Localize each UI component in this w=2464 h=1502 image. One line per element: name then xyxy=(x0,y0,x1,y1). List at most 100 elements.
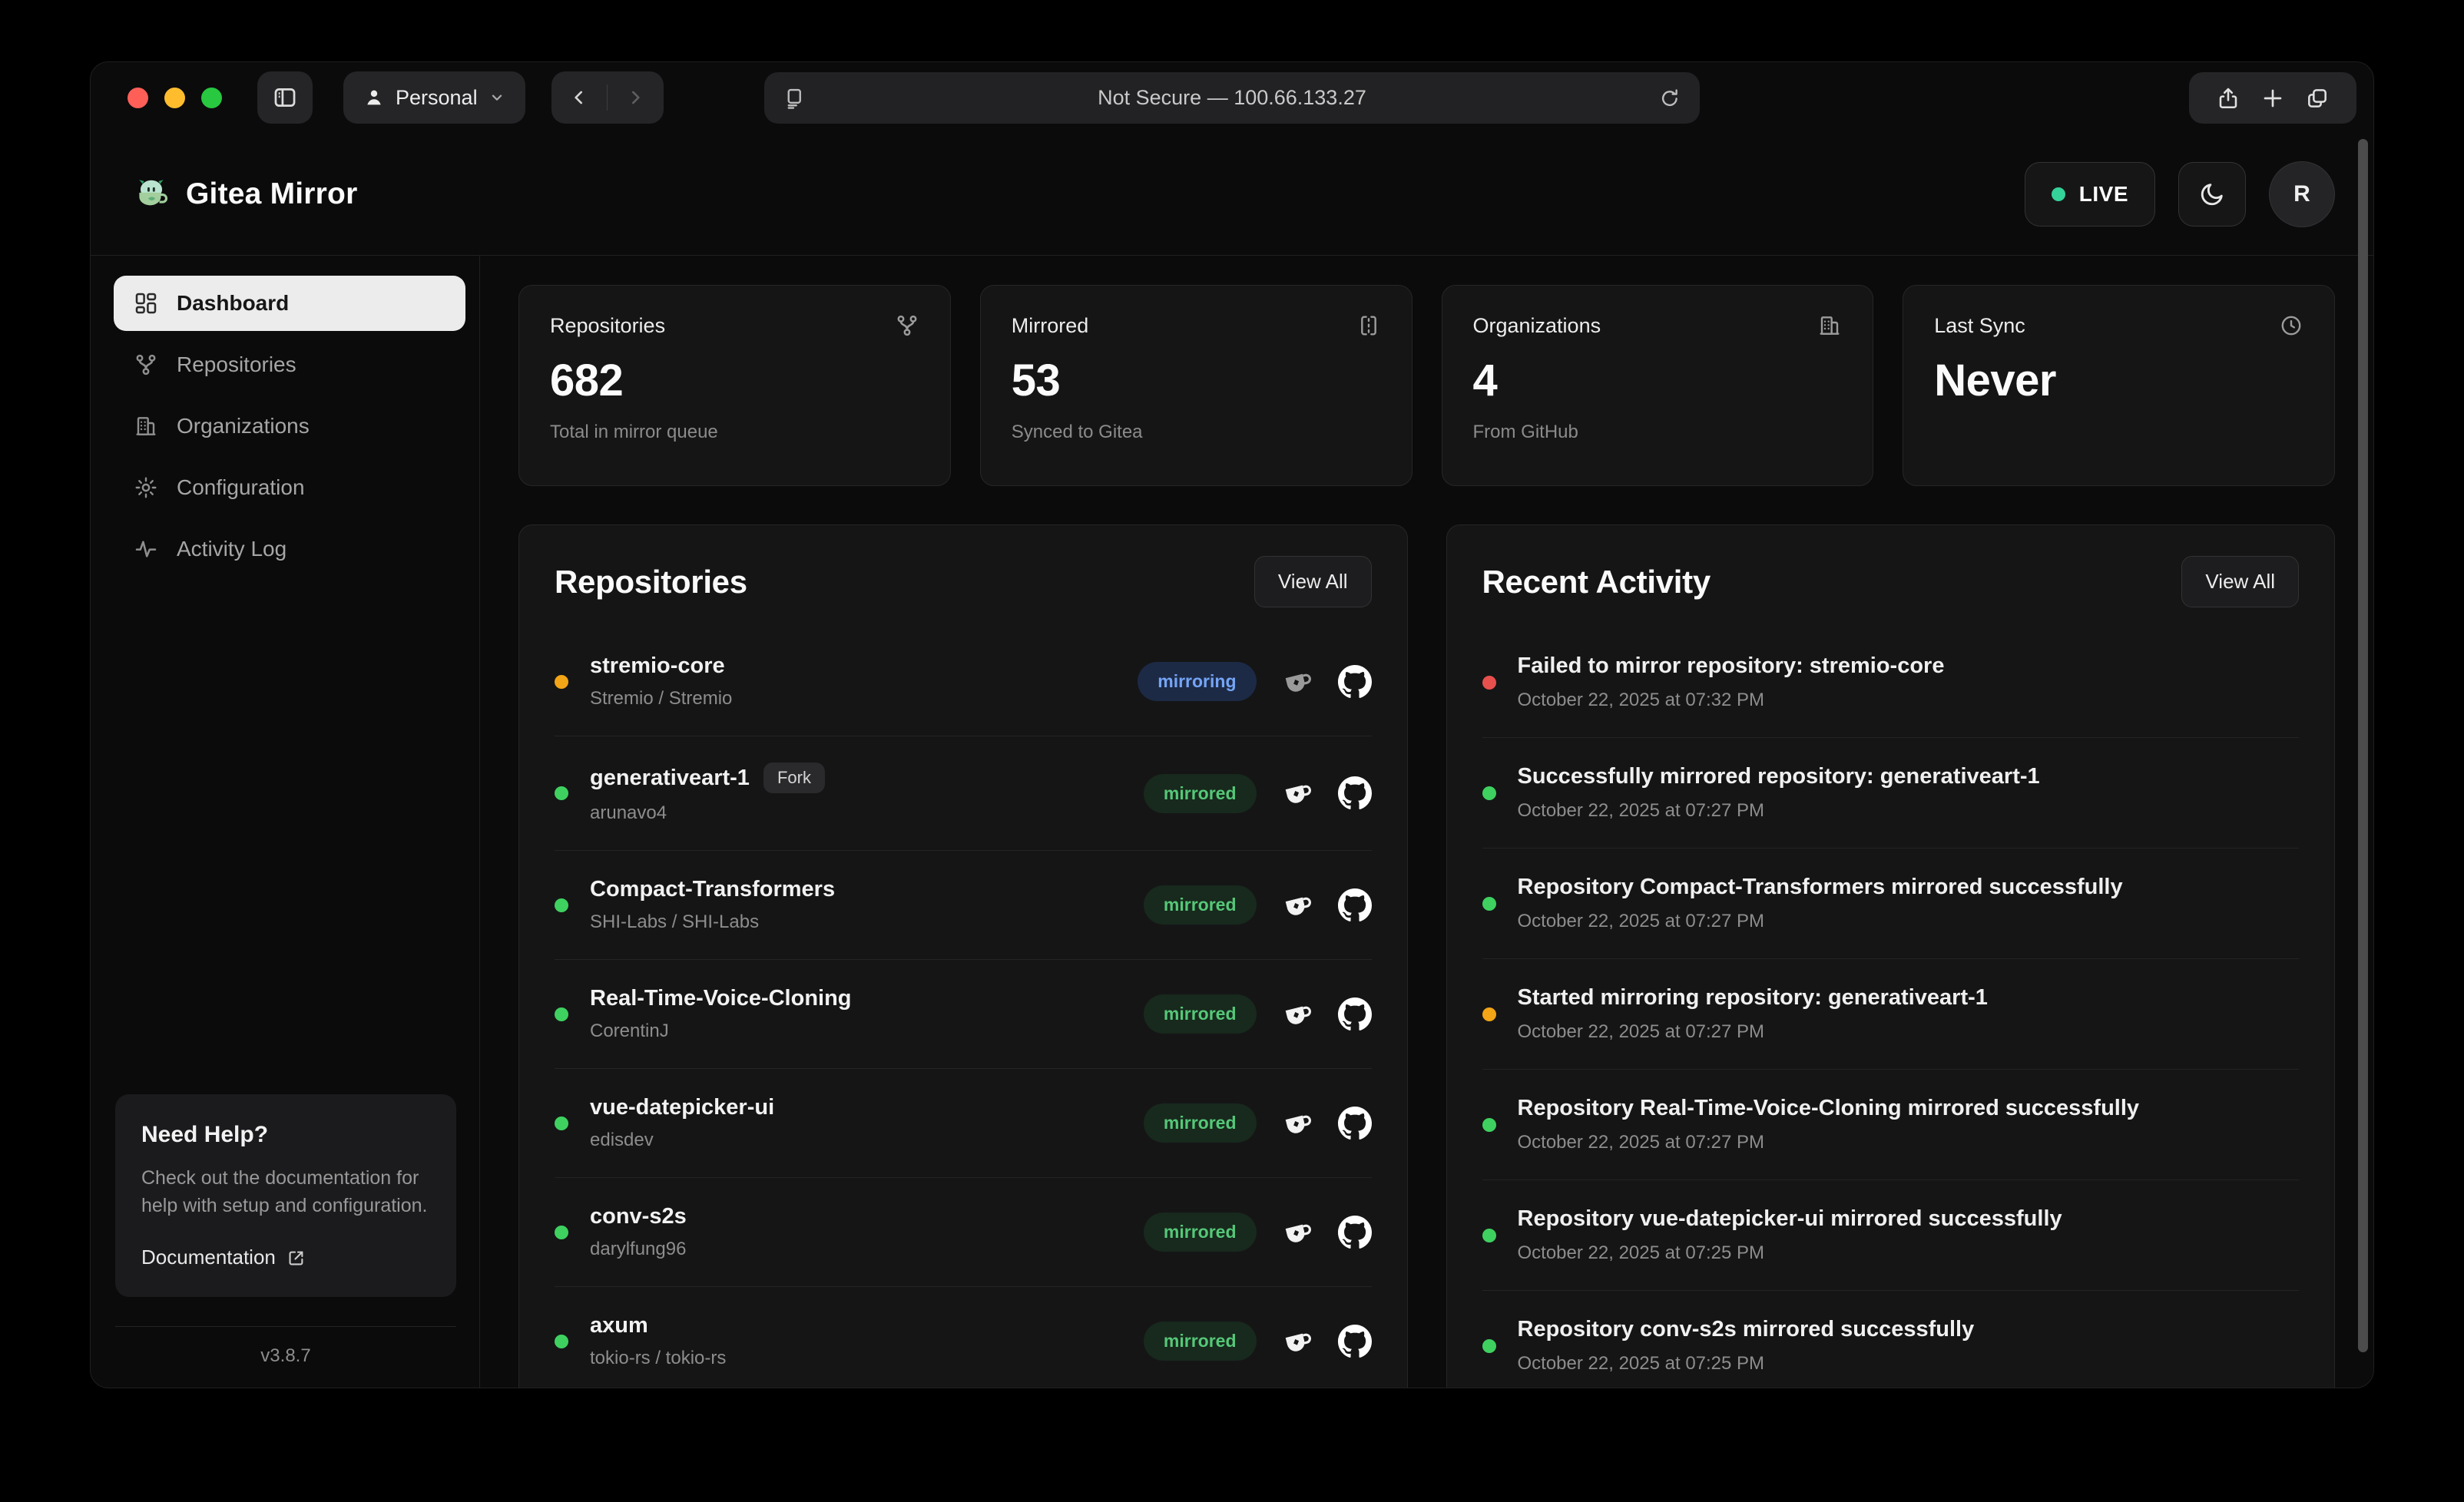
activity-row[interactable]: Successfully mirrored repository: genera… xyxy=(1482,737,2300,848)
repo-status-badge: mirrored xyxy=(1144,1322,1257,1361)
repo-name: vue-datepicker-ui xyxy=(590,1095,774,1120)
github-icon[interactable] xyxy=(1338,888,1372,922)
github-icon[interactable] xyxy=(1338,776,1372,810)
github-icon[interactable] xyxy=(1338,1325,1372,1358)
stat-value: Never xyxy=(1934,355,2303,406)
repo-owner: edisdev xyxy=(590,1130,774,1151)
minimize-window-button[interactable] xyxy=(164,88,185,108)
activity-timestamp: October 22, 2025 at 07:27 PM xyxy=(1518,800,2040,822)
repo-name: generativeart-1 xyxy=(590,766,750,791)
traffic-lights xyxy=(128,88,222,108)
repo-status-badge: mirrored xyxy=(1144,1103,1257,1143)
sidebar-toggle-button[interactable] xyxy=(257,71,313,124)
sidebar-item-dashboard[interactable]: Dashboard xyxy=(114,276,465,331)
stat-label: Last Sync xyxy=(1934,314,2025,338)
activity-status-dot xyxy=(1482,676,1496,690)
activity-timestamp: October 22, 2025 at 07:27 PM xyxy=(1518,1132,2140,1153)
sidebar-item-repositories[interactable]: Repositories xyxy=(114,337,465,392)
activity-view-all-button[interactable]: View All xyxy=(2181,556,2299,607)
documentation-link-label: Documentation xyxy=(141,1246,276,1269)
browser-titlebar: Personal Not Secure — 100.66.133.27 xyxy=(91,62,2373,133)
activity-text: Repository Real-Time-Voice-Cloning mirro… xyxy=(1518,1096,2140,1121)
gitea-icon[interactable] xyxy=(1281,1216,1313,1249)
gitea-icon[interactable] xyxy=(1281,889,1313,921)
avatar[interactable]: R xyxy=(2269,161,2335,227)
activity-row[interactable]: Repository vue-datepicker-ui mirrored su… xyxy=(1482,1179,2300,1290)
sidebar-item-label: Activity Log xyxy=(177,537,286,561)
chevron-down-icon xyxy=(488,89,505,106)
sidebar-item-activity-log[interactable]: Activity Log xyxy=(114,521,465,577)
url-text[interactable]: Not Secure — 100.66.133.27 xyxy=(764,86,1700,110)
repo-owner: darylfung96 xyxy=(590,1239,687,1260)
activity-row[interactable]: Repository conv-s2s mirrored successfull… xyxy=(1482,1290,2300,1388)
tab-overview-icon[interactable] xyxy=(2305,86,2330,111)
sidebar-item-label: Organizations xyxy=(177,414,310,438)
nav-buttons xyxy=(551,71,664,124)
github-icon[interactable] xyxy=(1338,1107,1372,1140)
main-content: Repositories 682 Total in mirror queue M… xyxy=(480,256,2373,1388)
new-tab-icon[interactable] xyxy=(2260,86,2285,111)
brand[interactable]: Gitea Mirror xyxy=(132,175,357,213)
activity-status-dot xyxy=(1482,1229,1496,1242)
sidebar-item-configuration[interactable]: Configuration xyxy=(114,460,465,515)
repo-status-dot xyxy=(555,898,568,912)
activity-row[interactable]: Repository Compact-Transformers mirrored… xyxy=(1482,848,2300,958)
zoom-window-button[interactable] xyxy=(201,88,222,108)
repo-row[interactable]: vue-datepicker-ui edisdev mirrored xyxy=(555,1068,1372,1177)
repo-status-dot xyxy=(555,1117,568,1130)
forward-button[interactable] xyxy=(608,71,663,124)
stat-icon xyxy=(895,313,919,338)
github-icon[interactable] xyxy=(1338,997,1372,1031)
profile-menu-button[interactable]: Personal xyxy=(343,71,525,124)
header-actions: LIVE R xyxy=(2025,161,2335,227)
activity-row[interactable]: Failed to mirror repository: stremio-cor… xyxy=(1482,627,2300,737)
sidebar-item-organizations[interactable]: Organizations xyxy=(114,399,465,454)
activity-list: Failed to mirror repository: stremio-cor… xyxy=(1482,627,2300,1388)
stat-card: Organizations 4 From GitHub xyxy=(1442,285,1874,486)
stat-label: Repositories xyxy=(550,314,665,338)
gitea-icon[interactable] xyxy=(1281,777,1313,809)
live-status-button[interactable]: LIVE xyxy=(2025,162,2155,227)
live-dot xyxy=(2052,187,2065,201)
github-icon[interactable] xyxy=(1338,665,1372,699)
activity-row[interactable]: Repository Real-Time-Voice-Cloning mirro… xyxy=(1482,1069,2300,1179)
repo-row[interactable]: stremio-core Stremio / Stremio mirroring xyxy=(555,627,1372,736)
address-bar[interactable]: Not Secure — 100.66.133.27 xyxy=(764,72,1700,124)
repo-row[interactable]: conv-s2s darylfung96 mirrored xyxy=(555,1177,1372,1286)
stat-card: Last Sync Never xyxy=(1903,285,2335,486)
activity-timestamp: October 22, 2025 at 07:27 PM xyxy=(1518,911,2123,932)
activity-title: Recent Activity xyxy=(1482,564,1711,600)
activity-text: Repository vue-datepicker-ui mirrored su… xyxy=(1518,1206,2062,1232)
repo-status-badge: mirroring xyxy=(1138,662,1256,701)
repositories-view-all-button[interactable]: View All xyxy=(1254,556,1372,607)
documentation-link[interactable]: Documentation xyxy=(141,1246,430,1269)
activity-status-dot xyxy=(1482,1118,1496,1132)
repo-status-badge: mirrored xyxy=(1144,885,1257,925)
activity-status-dot xyxy=(1482,786,1496,800)
app-version: v3.8.7 xyxy=(115,1326,456,1388)
repo-row[interactable]: generativeart-1 Fork arunavo4 mirrored xyxy=(555,736,1372,850)
person-icon xyxy=(363,87,385,108)
stat-icon xyxy=(1356,313,1381,338)
stat-card: Mirrored 53 Synced to Gitea xyxy=(980,285,1412,486)
gitea-icon[interactable] xyxy=(1281,1107,1313,1140)
activity-row[interactable]: Started mirroring repository: generative… xyxy=(1482,958,2300,1069)
gitea-icon[interactable] xyxy=(1281,1325,1313,1358)
repo-row[interactable]: axum tokio-rs / tokio-rs mirrored xyxy=(555,1286,1372,1388)
repo-list: stremio-core Stremio / Stremio mirroring… xyxy=(555,627,1372,1388)
gitea-icon[interactable] xyxy=(1281,666,1313,698)
repo-row[interactable]: Compact-Transformers SHI-Labs / SHI-Labs… xyxy=(555,850,1372,959)
gitea-icon[interactable] xyxy=(1281,998,1313,1031)
stat-subtext: Synced to Gitea xyxy=(1012,422,1381,443)
activity-text: Successfully mirrored repository: genera… xyxy=(1518,764,2040,789)
theme-toggle-button[interactable] xyxy=(2178,162,2246,227)
scrollbar-thumb[interactable] xyxy=(2358,139,2368,1352)
github-icon[interactable] xyxy=(1338,1216,1372,1249)
share-icon[interactable] xyxy=(2216,86,2240,111)
close-window-button[interactable] xyxy=(128,88,148,108)
sidebar-item-icon xyxy=(134,414,158,438)
repo-row[interactable]: Real-Time-Voice-Cloning CorentinJ mirror… xyxy=(555,959,1372,1068)
activity-status-dot xyxy=(1482,897,1496,911)
back-button[interactable] xyxy=(551,71,607,124)
stat-subtext: Total in mirror queue xyxy=(550,422,919,443)
